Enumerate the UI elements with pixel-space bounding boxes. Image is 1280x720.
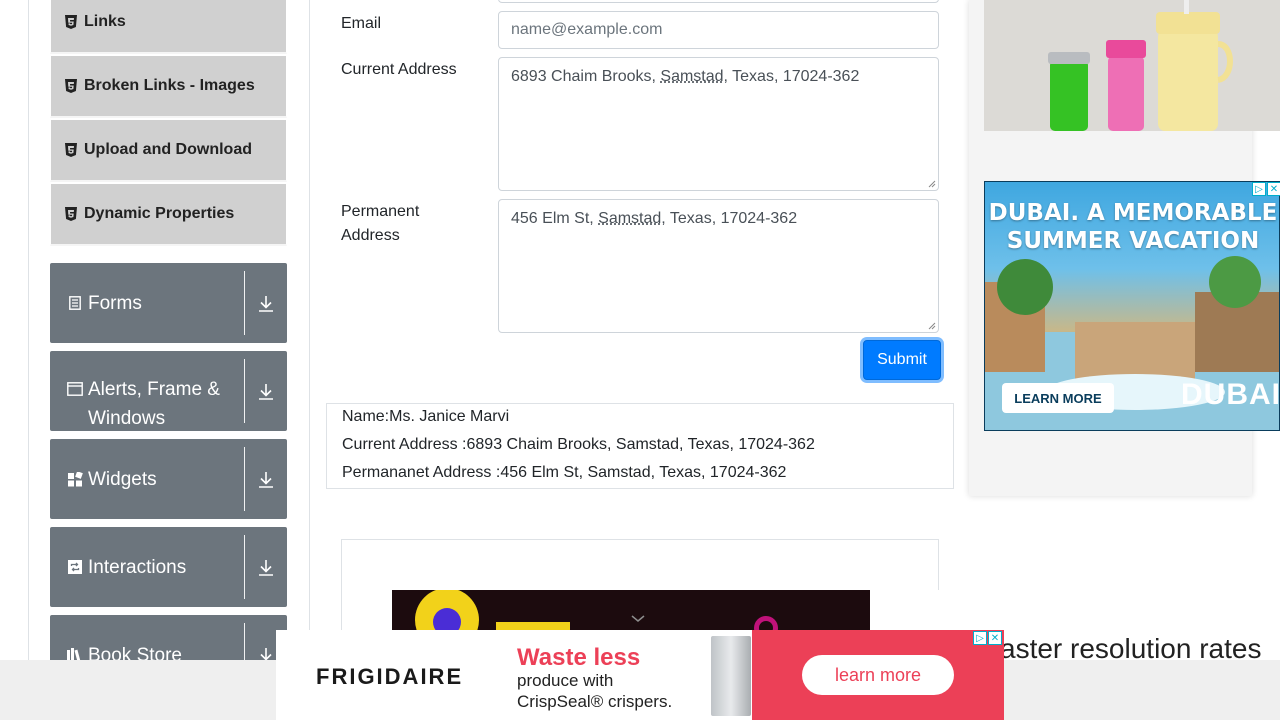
sidebar-group-widgets[interactable]: Widgets [50, 439, 287, 519]
output-box: Name:Ms. Janice Marvi Current Address :6… [326, 403, 954, 489]
resize-handle-icon[interactable] [928, 322, 936, 330]
refrigerator-image [711, 636, 751, 716]
sidebar-item-label: Upload and Download [84, 141, 252, 159]
current-address-text: , Texas, 17024-362 [724, 68, 860, 85]
sidebar-group-forms[interactable]: Forms [50, 263, 287, 343]
tumbler-ad-image[interactable] [984, 0, 1280, 131]
dubai-headline-2: SUMMER VACATION [985, 228, 1280, 254]
window-icon [67, 381, 83, 397]
frigidaire-ad[interactable]: FRIGIDAIRE Waste less produce with Crisp… [276, 630, 1004, 720]
mid-banner-ad[interactable] [392, 590, 870, 630]
permanent-address-label-line1: Permanent [341, 203, 419, 220]
sidebar-group-label: Interactions [88, 553, 186, 582]
widgets-icon [67, 471, 83, 487]
frigidaire-subtext-line1: produce with [517, 671, 613, 690]
sidebar-item-links[interactable]: Links [50, 0, 287, 54]
interactions-icon [67, 559, 83, 575]
permanent-address-textarea[interactable]: 456 Elm St, Samstad, Texas, 17024-362 [498, 199, 939, 333]
frigidaire-subtext-line2: CrispSeal® crispers. [517, 692, 672, 711]
full-name-field-edge[interactable] [498, 0, 939, 3]
output-permanent-address: Permananet Address :456 Elm St, Samstad,… [342, 464, 786, 482]
dubai-brand-logo: DUBAI [1181, 378, 1280, 412]
form-icon [67, 295, 83, 311]
divider [244, 359, 245, 423]
email-field[interactable]: name@example.com [498, 11, 939, 49]
sidebar-group-label: Forms [88, 289, 142, 318]
sidebar-group-interactions[interactable]: Interactions [50, 527, 287, 607]
ad-choices-icon[interactable]: ▷ [1252, 182, 1266, 196]
html5-icon [65, 15, 77, 29]
current-address-text: 6893 Chaim Brooks, [511, 68, 660, 85]
html5-icon [65, 143, 77, 157]
output-name: Name:Ms. Janice Marvi [342, 408, 509, 426]
permanent-address-label-line2: Address [341, 227, 400, 244]
download-icon[interactable] [245, 263, 287, 343]
permanent-address-text: , Texas, 17024-362 [661, 210, 797, 227]
resize-handle-icon[interactable] [928, 180, 936, 188]
download-icon[interactable] [245, 527, 287, 607]
frigidaire-learn-more-button[interactable]: learn more [802, 655, 954, 695]
sidebar-item-dynamic-properties[interactable]: Dynamic Properties [50, 183, 287, 246]
sidebar-border [309, 0, 310, 660]
permanent-address-label: Permanent Address [341, 200, 419, 248]
ad-choices-icon[interactable]: ▷ [973, 631, 987, 645]
divider [244, 271, 245, 335]
html5-icon [65, 79, 77, 93]
left-rail-border [28, 0, 29, 660]
ad-close-icon[interactable]: ✕ [1267, 182, 1280, 196]
sidebar-item-upload-download[interactable]: Upload and Download [50, 119, 287, 182]
sidebar-group-label: Widgets [88, 465, 157, 494]
download-icon[interactable] [245, 439, 287, 519]
dubai-headline-1: DUBAI. A MEMORABLE [985, 200, 1280, 226]
dubai-ad[interactable]: DUBAI. A MEMORABLE SUMMER VACATION LEARN… [984, 181, 1280, 431]
sidebar-item-label: Dynamic Properties [84, 205, 234, 223]
sidebar-item-label: Links [84, 13, 126, 31]
sidebar-item-label: Broken Links - Images [84, 77, 255, 95]
dubai-learn-more-button[interactable]: LEARN MORE [1002, 383, 1114, 413]
divider [244, 447, 245, 511]
current-address-text: Samstad [660, 68, 723, 85]
divider [244, 535, 245, 599]
html5-icon [65, 207, 77, 221]
current-address-textarea[interactable]: 6893 Chaim Brooks, Samstad, Texas, 17024… [498, 57, 939, 191]
ad-close-icon[interactable]: ✕ [988, 631, 1002, 645]
email-placeholder: name@example.com [511, 21, 662, 38]
email-label: Email [341, 12, 381, 36]
frigidaire-logo: FRIGIDAIRE [316, 664, 463, 690]
output-current-address: Current Address :6893 Chaim Brooks, Sams… [342, 436, 815, 454]
current-address-label: Current Address [341, 58, 457, 82]
permanent-address-text: 456 Elm St, [511, 210, 598, 227]
frigidaire-subtext: produce with CrispSeal® crispers. [517, 670, 717, 712]
download-icon[interactable] [245, 351, 287, 431]
sidebar-item-broken-links[interactable]: Broken Links - Images [50, 55, 287, 118]
permanent-address-text: Samstad [598, 210, 661, 227]
submit-button[interactable]: Submit [863, 340, 941, 380]
frigidaire-headline: Waste less [517, 644, 640, 672]
sidebar-group-label: Alerts, Frame & Windows [88, 375, 233, 433]
sidebar-group-alerts[interactable]: Alerts, Frame & Windows [50, 351, 287, 431]
